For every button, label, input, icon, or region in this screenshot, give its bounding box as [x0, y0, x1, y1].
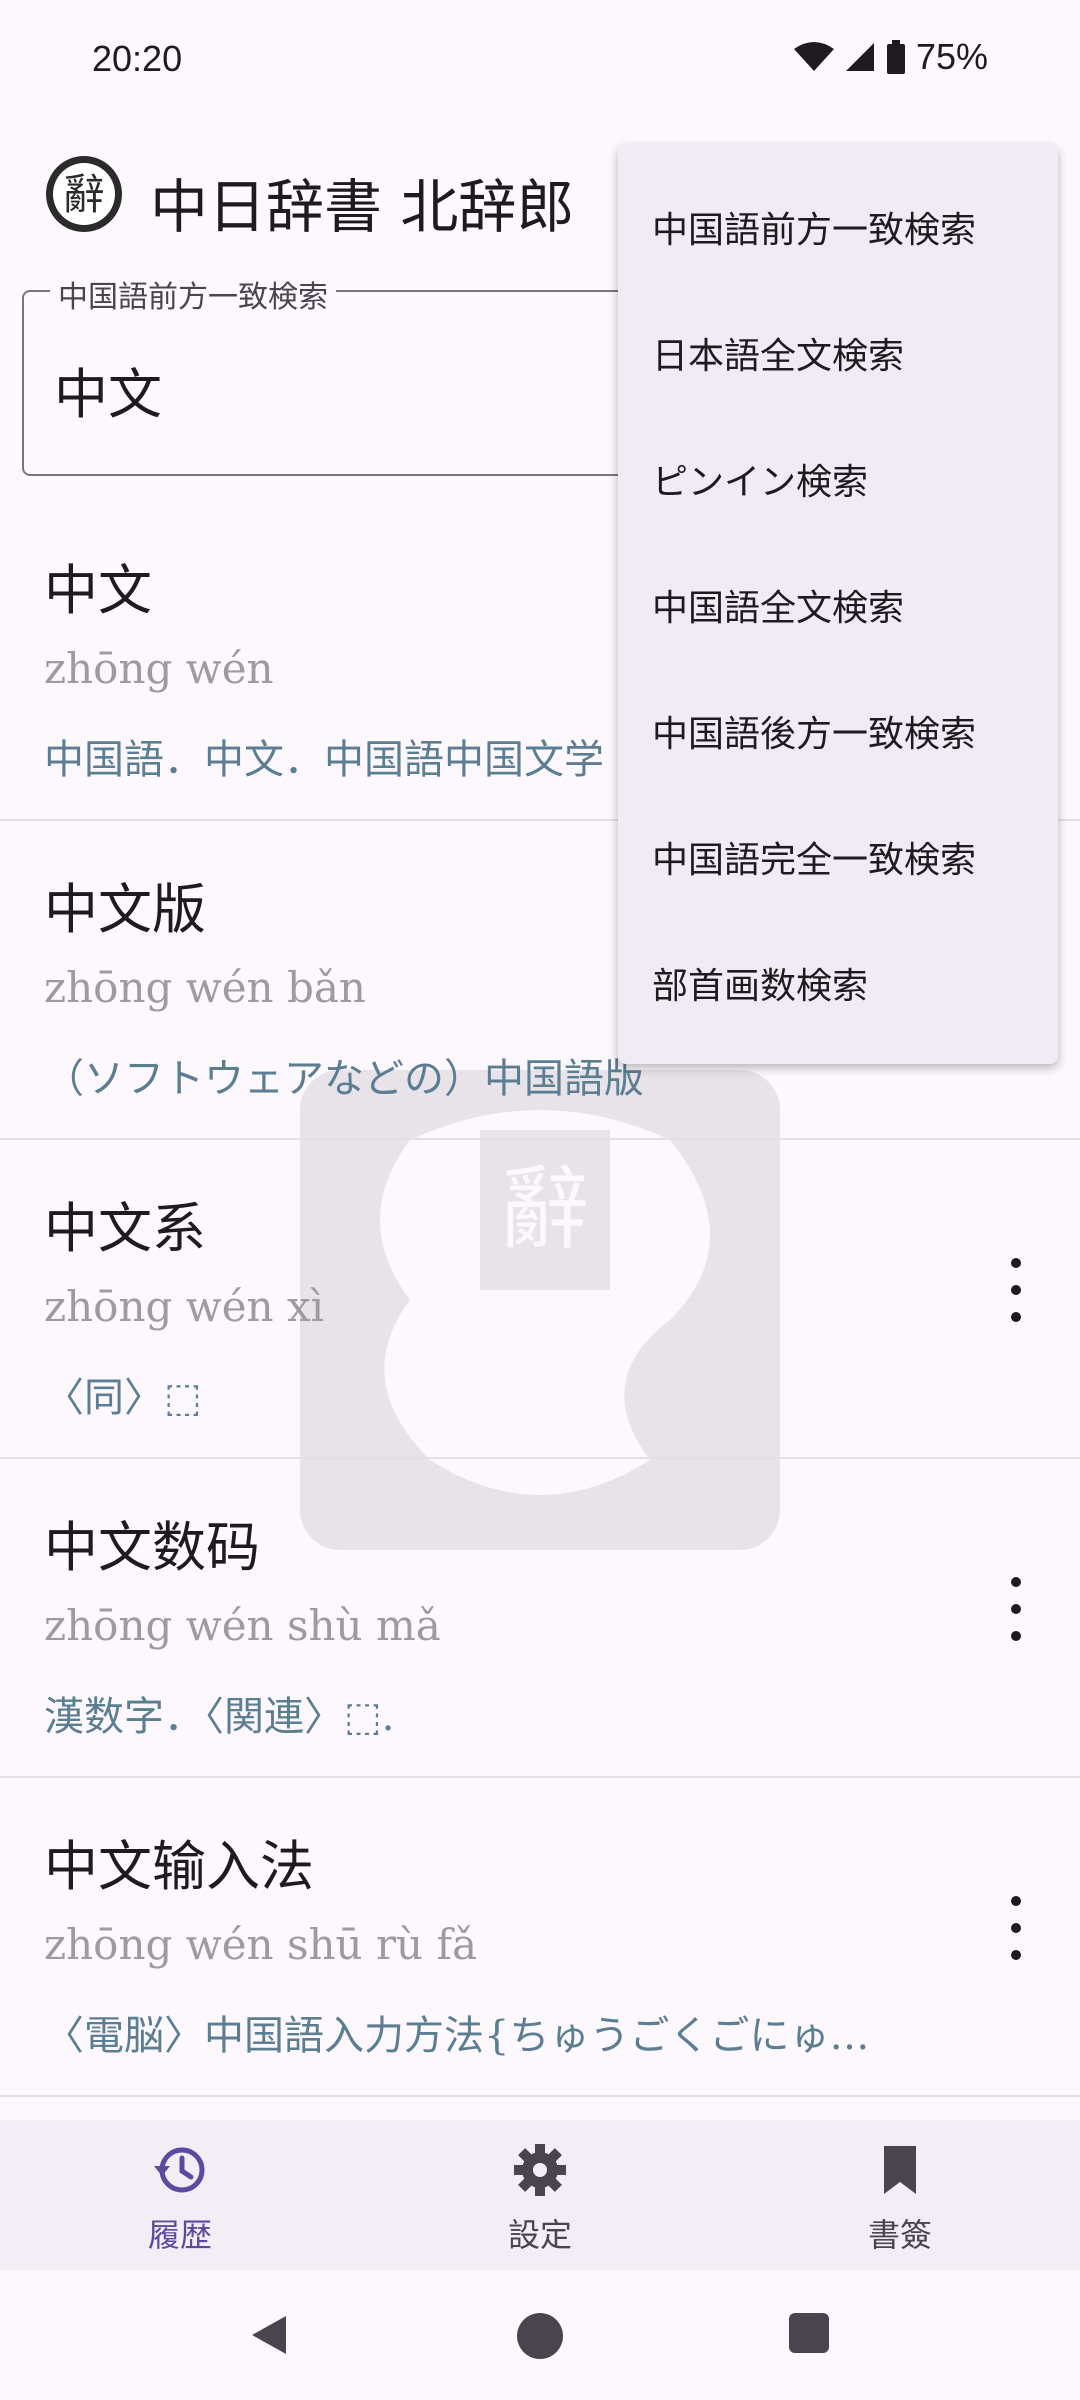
nav-bookmarks[interactable]: 書簽 — [800, 2140, 1000, 2256]
search-mode-menu: 中国語前方一致検索 日本語全文検索 ピンイン検索 中国語全文検索 中国語後方一致… — [618, 144, 1058, 1064]
result-word: 中文系 — [44, 1197, 206, 1260]
more-options-icon[interactable] — [1004, 1577, 1028, 1641]
result-pinyin: zhōng wén — [44, 644, 274, 693]
menu-item-radical-strokes[interactable]: 部首画数検索 — [618, 920, 1058, 1046]
menu-item-suffix-chinese[interactable]: 中国語後方一致検索 — [618, 668, 1058, 794]
result-definition: 中国語．中文．中国語中国文学 — [44, 737, 604, 783]
menu-item-exact-chinese[interactable]: 中国語完全一致検索 — [618, 794, 1058, 920]
result-row[interactable]: 中文系 zhōng wén xì 〈同〉⬚ — [0, 1140, 1080, 1459]
bottom-navigation: 履歴 設定 書簽 — [0, 2120, 1080, 2270]
nav-bookmarks-label: 書簽 — [867, 2216, 932, 2254]
battery-percent: 75% — [915, 36, 988, 77]
status-bar: 20:20 75% — [0, 0, 1080, 120]
menu-item-pinyin[interactable]: ピンイン検索 — [618, 416, 1058, 542]
nav-settings[interactable]: 設定 — [440, 2140, 640, 2256]
menu-item-fulltext-chinese[interactable]: 中国語全文検索 — [618, 542, 1058, 668]
result-word: 中文数码 — [44, 1516, 260, 1579]
recents-icon[interactable] — [788, 2312, 830, 2354]
result-definition: （ソフトウェアなどの）中国語版 — [44, 1056, 644, 1102]
signal-icon — [845, 43, 874, 71]
result-pinyin: zhōng wén shū rù fǎ — [44, 1920, 478, 1969]
system-navigation — [0, 2270, 1080, 2400]
result-word: 中文版 — [44, 878, 206, 941]
menu-item-fulltext-japanese[interactable]: 日本語全文検索 — [618, 290, 1058, 416]
result-pinyin: zhōng wén shù mǎ — [44, 1601, 441, 1650]
wifi-icon — [793, 42, 834, 71]
back-icon[interactable] — [246, 2312, 292, 2358]
result-pinyin: zhōng wén xì — [44, 1282, 325, 1331]
nav-history[interactable]: 履歴 — [80, 2140, 280, 2256]
bookmark-icon — [884, 2146, 916, 2194]
more-options-icon[interactable] — [1004, 1896, 1028, 1960]
result-row[interactable]: 中文输入法 zhōng wén shū rù fǎ 〈電脳〉中国語入力方法{ちゅ… — [0, 1778, 1080, 2097]
result-definition: 漢数字．〈関連〉⬚. — [44, 1694, 395, 1740]
search-mode-label: 中国語前方一致検索 — [50, 272, 336, 316]
result-definition: 〈同〉⬚ — [44, 1375, 202, 1421]
battery-icon — [886, 40, 905, 74]
menu-item-prefix-chinese[interactable]: 中国語前方一致検索 — [618, 164, 1058, 290]
more-options-icon[interactable] — [1004, 1258, 1028, 1322]
status-icons: 75% — [793, 36, 988, 78]
gear-icon — [514, 2144, 566, 2196]
status-time: 20:20 — [92, 38, 183, 79]
result-word: 中文 — [44, 559, 152, 622]
logo-char: 辭 — [63, 170, 105, 219]
app-logo: 辭 — [46, 156, 122, 232]
history-icon — [154, 2147, 205, 2193]
nav-settings-label: 設定 — [507, 2216, 572, 2254]
nav-history-label: 履歴 — [147, 2216, 212, 2254]
result-word: 中文输入法 — [44, 1835, 314, 1898]
home-icon[interactable] — [516, 2312, 564, 2360]
result-row[interactable]: 中文数码 zhōng wén shù mǎ 漢数字．〈関連〉⬚. — [0, 1459, 1080, 1778]
search-value[interactable]: 中文 — [54, 350, 162, 429]
result-definition: 〈電脳〉中国語入力方法{ちゅうごくごにゅ… — [44, 2013, 870, 2059]
result-pinyin: zhōng wén bǎn — [44, 963, 366, 1012]
app-title: 中日辞書 北辞郎 — [150, 173, 575, 241]
